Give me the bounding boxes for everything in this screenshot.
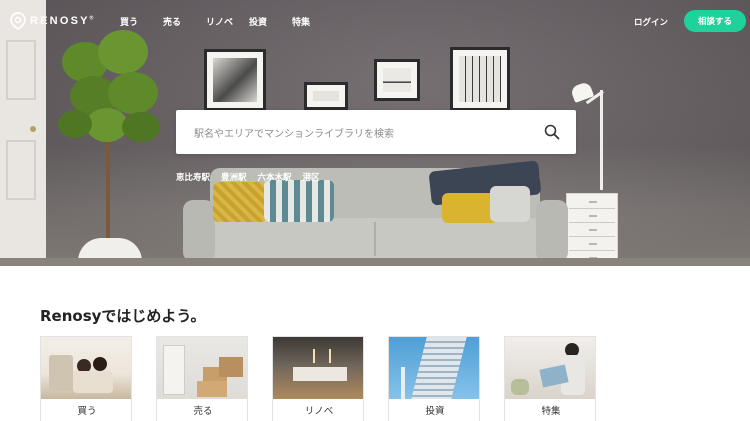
photo-detail (219, 357, 243, 377)
pillow-white (490, 186, 530, 222)
card-renovation[interactable]: リノベ (272, 336, 364, 421)
photo-detail (49, 355, 73, 391)
section-title: Renosyではじめよう。 (40, 307, 206, 325)
pillow-striped (264, 180, 334, 222)
drawer-cabinet (566, 193, 618, 266)
photo-detail (93, 357, 107, 371)
picture-frame (374, 59, 420, 101)
station-shortcuts: 恵比寿駅 豊洲駅 六本木駅 港区 (176, 171, 331, 183)
frame-art (459, 56, 501, 102)
drawer-line (569, 236, 615, 237)
station-link-toyosu[interactable]: 豊洲駅 (221, 171, 247, 183)
plant-leaf (122, 112, 160, 142)
area-link-minato[interactable]: 港区 (303, 171, 320, 183)
card-photo-reading (505, 337, 595, 399)
search-icon[interactable] (544, 124, 560, 140)
photo-detail (293, 367, 347, 381)
frame-art (383, 68, 411, 92)
lamp-pole (600, 90, 603, 190)
nav-invest[interactable]: 投資 (249, 15, 292, 28)
logo-wordmark: RENOSY (30, 15, 90, 27)
photo-detail (411, 337, 467, 399)
drawer-line (569, 208, 615, 209)
card-photo-boxes (157, 337, 247, 399)
drawer-line (569, 250, 615, 251)
photo-detail (197, 381, 227, 397)
picture-frame (204, 49, 266, 111)
picture-frame (450, 47, 510, 111)
picture-frame (304, 82, 348, 110)
card-photo-tower (389, 337, 479, 399)
main-nav: 買う 売る リノベ 投資 特集 (120, 15, 335, 28)
nav-sell[interactable]: 売る (163, 15, 206, 28)
floor (0, 258, 750, 266)
card-photo-family (41, 337, 131, 399)
station-link-ebisu[interactable]: 恵比寿駅 (176, 171, 210, 183)
card-label: 投資 (425, 406, 445, 417)
nav-renovation[interactable]: リノベ (206, 15, 249, 28)
card-label: 売る (193, 406, 213, 417)
consult-button[interactable]: 相談する (684, 10, 746, 32)
photo-detail (73, 371, 113, 393)
sofa-arm-right (536, 200, 568, 262)
card-label: リノベ (304, 406, 334, 417)
category-cards: 買う 売る リノベ 投資 特集 (40, 336, 596, 421)
door-illustration (0, 0, 46, 266)
frame-art (213, 58, 257, 102)
station-link-roppongi[interactable]: 六本木駅 (258, 171, 292, 183)
door-panel (6, 40, 36, 100)
logo-text: RENOSY® (30, 15, 93, 27)
logo-pin-icon (10, 12, 26, 30)
card-invest[interactable]: 投資 (388, 336, 480, 421)
door-knob (30, 126, 36, 132)
drawer-handle (589, 215, 597, 217)
frame-art (313, 91, 339, 101)
drawer-line (569, 222, 615, 223)
photo-detail (313, 349, 315, 363)
card-label: 特集 (541, 406, 561, 417)
drawer-handle (589, 229, 597, 231)
card-label: 買う (77, 406, 97, 417)
photo-detail (329, 349, 331, 363)
nav-feature[interactable]: 特集 (292, 15, 335, 28)
drawer-handle (589, 201, 597, 203)
sofa-arm-left (183, 200, 215, 262)
photo-detail (511, 379, 529, 395)
card-sell[interactable]: 売る (156, 336, 248, 421)
logo-registered-mark: ® (89, 15, 94, 22)
pillow-yellow-pattern (213, 182, 267, 222)
plant-leaf (108, 72, 158, 114)
card-feature[interactable]: 特集 (504, 336, 596, 421)
card-buy[interactable]: 買う (40, 336, 132, 421)
door-panel (6, 140, 36, 200)
plant-leaf (58, 110, 92, 138)
logo[interactable]: RENOSY® (10, 12, 93, 30)
drawer-handle (589, 243, 597, 245)
login-link[interactable]: ログイン (634, 16, 668, 28)
nav-buy[interactable]: 買う (120, 15, 163, 28)
sofa-cushion-divider (374, 222, 376, 256)
search-input[interactable]: 駅名やエリアでマンションライブラリを検索 (194, 125, 544, 140)
search-box[interactable]: 駅名やエリアでマンションライブラリを検索 (176, 110, 576, 154)
plant-leaf (98, 30, 148, 74)
card-photo-kitchen (273, 337, 363, 399)
photo-detail (163, 345, 185, 395)
photo-detail (401, 367, 405, 399)
